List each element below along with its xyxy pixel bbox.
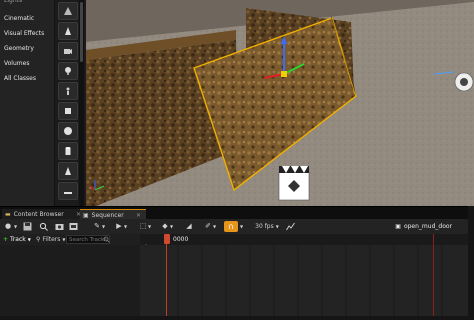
- plane-icon[interactable]: [58, 182, 78, 200]
- track-area[interactable]: [140, 245, 468, 316]
- current-frame-label: 0000: [173, 236, 189, 243]
- search-icon: [103, 236, 110, 243]
- category-lights[interactable]: Lights: [0, 0, 54, 7]
- chevron-down-icon[interactable]: ▼: [239, 221, 244, 232]
- cone-light-icon[interactable]: [58, 2, 78, 20]
- sequencer-toolbar: ● ▼ ✎ ▼ ▶ ▼ ⬚ ▼ ◆ ▼ ◢ ✐ ▼ ∩ ▼ 30 fps ▼ ▣ …: [0, 219, 474, 235]
- chevron-down-icon[interactable]: ▼: [13, 221, 18, 232]
- category-cinematic[interactable]: Cinematic: [0, 11, 54, 26]
- filters-label: Filters: [42, 236, 61, 243]
- search-icon[interactable]: [38, 221, 48, 232]
- category-list: Lights Cinematic Visual Effects Geometry…: [0, 0, 55, 206]
- filter-icon: ⚲: [36, 236, 41, 243]
- world-icon[interactable]: ●: [3, 221, 13, 232]
- chevron-down-icon: ▼: [27, 237, 31, 242]
- track-header-bar: + Track ▼ ⚲ Filters ▼: [0, 234, 140, 245]
- add-track-button[interactable]: + Track ▼: [3, 235, 31, 244]
- add-track-label: Track: [10, 236, 26, 243]
- chevron-down-icon[interactable]: ▼: [101, 221, 106, 232]
- timeline-ruler[interactable]: [140, 234, 474, 249]
- playhead-line: [166, 244, 167, 316]
- category-geometry[interactable]: Geometry: [0, 41, 54, 56]
- bottom-tab-bar: ▬ Content Browser ✕ ▣ Sequencer ✕: [0, 206, 474, 221]
- framerate-dropdown[interactable]: 30 fps ▼: [254, 221, 280, 232]
- sphere-icon[interactable]: [58, 122, 78, 140]
- modes-panel: Lights Cinematic Visual Effects Geometry…: [0, 0, 86, 206]
- cube-icon[interactable]: [58, 102, 78, 120]
- plus-icon: +: [3, 236, 9, 243]
- sequencer-scrollbar[interactable]: [468, 206, 474, 316]
- magnet-icon[interactable]: ∩: [224, 221, 238, 232]
- track-outliner[interactable]: [0, 245, 141, 316]
- chevron-down-icon[interactable]: ▼: [212, 221, 217, 232]
- framerate-label: 30 fps: [255, 223, 274, 230]
- category-visual-effects[interactable]: Visual Effects: [0, 26, 54, 41]
- film-render-icon[interactable]: [68, 221, 78, 232]
- chevron-down-icon[interactable]: ▼: [123, 221, 128, 232]
- timeline-grid: [177, 245, 443, 316]
- player-start-icon[interactable]: [58, 82, 78, 100]
- playhead-handle[interactable]: [164, 234, 170, 244]
- sequence-breadcrumb[interactable]: ▣ open_mud_door: [395, 221, 452, 232]
- camera-icon[interactable]: [54, 221, 64, 232]
- filters-button[interactable]: ⚲ Filters ▼: [36, 235, 65, 244]
- curve-icon[interactable]: ◢: [184, 221, 194, 232]
- sequence-name: open_mud_door: [403, 223, 452, 230]
- cylinder-icon[interactable]: [58, 142, 78, 160]
- film-icon: ▣: [395, 223, 401, 230]
- placeable-list: [56, 0, 78, 206]
- category-all-classes[interactable]: All Classes: [0, 71, 54, 86]
- bulb-icon[interactable]: [58, 62, 78, 80]
- category-volumes[interactable]: Volumes: [0, 56, 54, 71]
- cone-shape-icon[interactable]: [58, 162, 78, 180]
- panel-scrollbar[interactable]: [79, 0, 84, 206]
- level-sequence-actor-icon: [278, 166, 310, 201]
- save-icon[interactable]: [22, 221, 32, 232]
- chevron-down-icon[interactable]: ▼: [147, 221, 152, 232]
- playback-end-marker[interactable]: [433, 234, 434, 316]
- level-viewport[interactable]: [86, 0, 474, 206]
- chevron-down-icon[interactable]: ▼: [169, 221, 174, 232]
- cone-icon[interactable]: [58, 22, 78, 40]
- camera-icon[interactable]: [58, 42, 78, 60]
- graph-editor-icon[interactable]: [284, 221, 296, 232]
